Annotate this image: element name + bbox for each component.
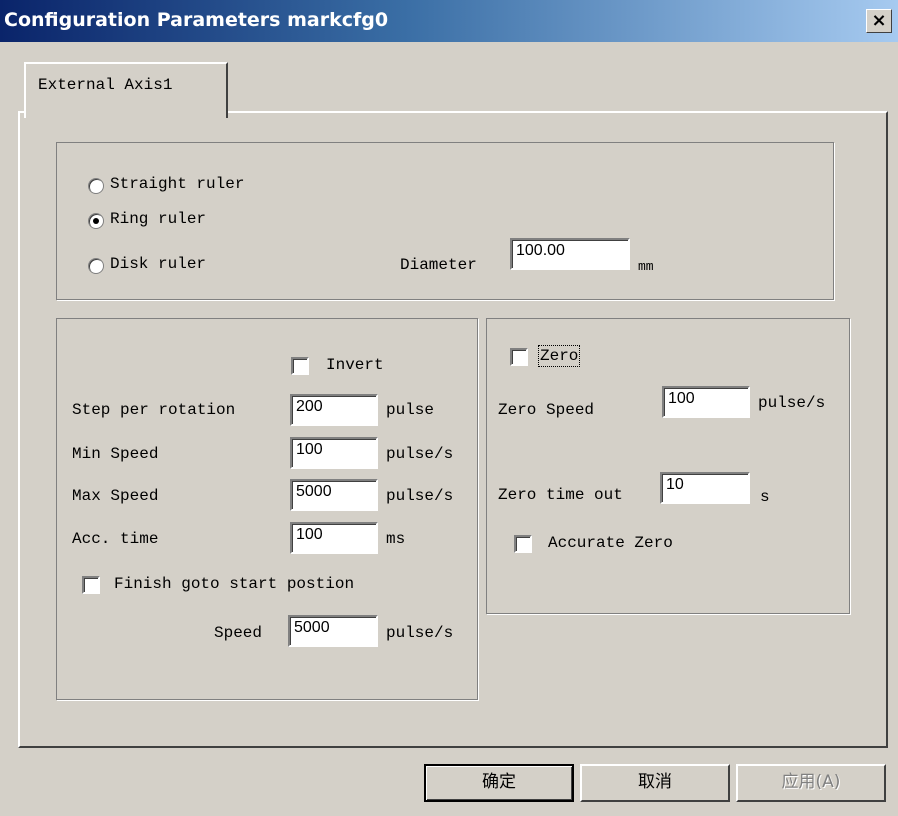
zero-label[interactable]: Zero: [537, 345, 581, 367]
config-dialog: Configuration Parameters markcfg0 × Exte…: [0, 0, 898, 816]
step-unit: pulse: [386, 401, 435, 419]
disk-ruler-label[interactable]: Disk ruler: [110, 255, 206, 273]
invert-label[interactable]: Invert: [326, 356, 384, 374]
max-speed-input[interactable]: 5000: [290, 479, 378, 511]
title-bar[interactable]: Configuration Parameters markcfg0 ×: [0, 0, 898, 42]
ring-ruler-radio[interactable]: [88, 213, 104, 229]
zero-checkbox[interactable]: [510, 348, 528, 366]
diameter-label: Diameter: [400, 256, 477, 274]
speed-unit: pulse/s: [386, 624, 454, 642]
apply-button[interactable]: 应用(A): [736, 764, 886, 802]
zero-timeout-unit: s: [760, 488, 770, 506]
zero-speed-input[interactable]: 100: [662, 386, 750, 418]
acc-time-unit: ms: [386, 530, 406, 548]
straight-ruler-radio[interactable]: [88, 178, 104, 194]
zero-timeout-input[interactable]: 10: [660, 472, 750, 504]
window-title: Configuration Parameters markcfg0: [4, 9, 389, 31]
min-speed-unit: pulse/s: [386, 445, 454, 463]
finish-goto-start-checkbox[interactable]: [82, 576, 100, 594]
step-per-rotation-label: Step per rotation: [72, 401, 236, 419]
tab-label: External Axis1: [38, 76, 173, 94]
min-speed-label: Min Speed: [72, 445, 159, 463]
diameter-input[interactable]: 100.00: [510, 238, 630, 270]
tab-external-axis1[interactable]: External Axis1: [24, 62, 228, 118]
max-speed-label: Max Speed: [72, 487, 159, 505]
cancel-button[interactable]: 取消: [580, 764, 730, 802]
max-speed-unit: pulse/s: [386, 487, 454, 505]
min-speed-input[interactable]: 100: [290, 437, 378, 469]
speed-input[interactable]: 5000: [288, 615, 378, 647]
accurate-zero-checkbox[interactable]: [514, 535, 532, 553]
close-button[interactable]: ×: [866, 9, 892, 33]
finish-goto-start-label[interactable]: Finish goto start postion: [114, 575, 354, 593]
zero-timeout-label: Zero time out: [498, 486, 623, 504]
speed-label: Speed: [214, 624, 263, 642]
disk-ruler-radio[interactable]: [88, 258, 104, 274]
ok-button[interactable]: 确定: [424, 764, 574, 802]
step-per-rotation-input[interactable]: 200: [290, 394, 378, 426]
acc-time-label: Acc. time: [72, 530, 159, 548]
accurate-zero-label[interactable]: Accurate Zero: [548, 534, 673, 552]
zero-speed-unit: pulse/s: [758, 394, 826, 412]
diameter-unit: mm: [638, 259, 654, 274]
invert-checkbox[interactable]: [291, 357, 309, 375]
motion-group: [56, 318, 478, 700]
zero-speed-label: Zero Speed: [498, 401, 595, 419]
straight-ruler-label[interactable]: Straight ruler: [110, 175, 244, 193]
ring-ruler-label[interactable]: Ring ruler: [110, 210, 206, 228]
acc-time-input[interactable]: 100: [290, 522, 378, 554]
